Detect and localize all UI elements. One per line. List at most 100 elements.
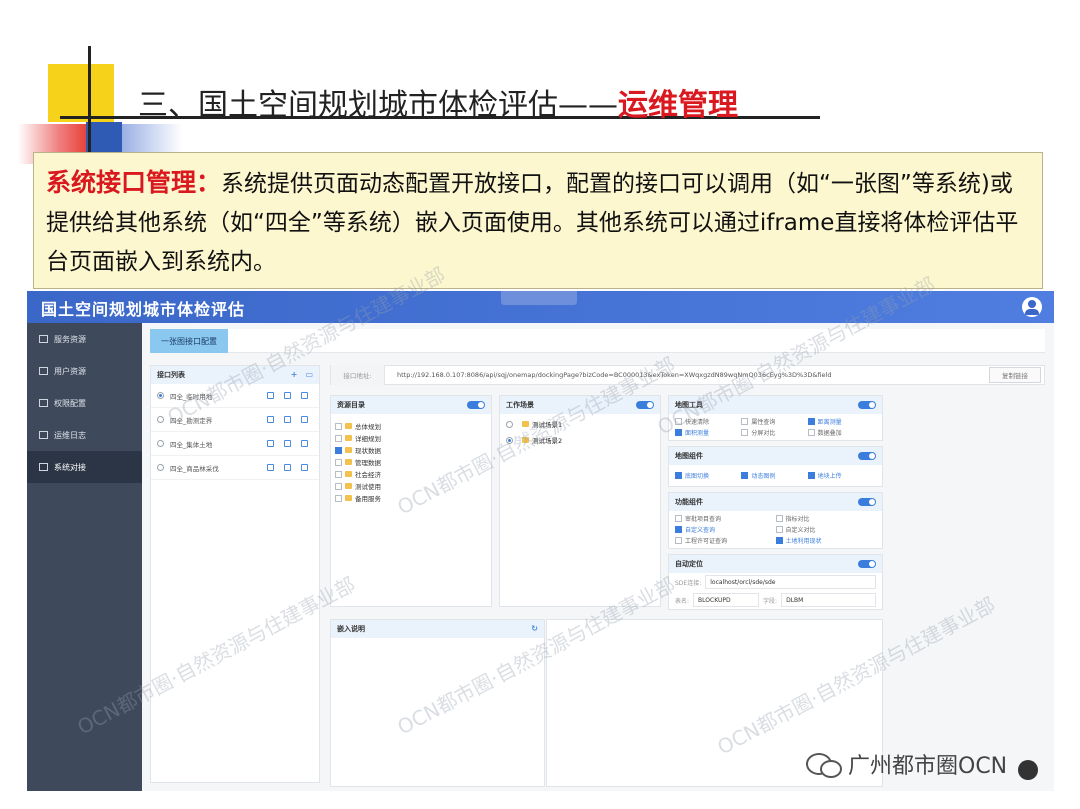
edit-icon[interactable] [267,416,274,423]
delete-icon[interactable]: ▭ [305,370,313,379]
copy-icon[interactable] [284,440,291,447]
option[interactable]: 自定义对比 [775,525,877,534]
auto-locate-toggle[interactable] [858,560,876,568]
save-icon[interactable] [301,416,308,423]
sidebar-item-service[interactable]: 服务资源 [27,323,142,355]
checkbox-checked[interactable] [807,418,815,425]
radio-selected[interactable] [506,436,513,444]
option[interactable]: 审批项目查询 [675,514,776,523]
map-widgets-header: 地图组件 [669,447,882,465]
option[interactable]: 自定义查询 [675,525,776,534]
option[interactable]: 指标对比 [775,514,877,523]
radio[interactable] [157,464,164,471]
table-name-field[interactable]: BLOCKUPD [693,593,760,607]
checkbox[interactable] [775,526,783,533]
tree-item[interactable]: 测试使用 [335,480,487,492]
tab-onemap-config[interactable]: 一张图接口配置 [150,329,228,353]
save-icon[interactable] [301,392,308,399]
save-icon[interactable] [301,464,308,471]
checkbox-checked[interactable] [775,537,783,544]
tree-item[interactable]: 社会经济 [335,468,487,480]
option[interactable]: 属性查询 [741,417,807,426]
option[interactable]: 工程许可证查询 [675,536,776,545]
tree-item[interactable]: 总体规划 [335,420,487,432]
option[interactable]: 底图切换 [675,471,741,480]
add-icon[interactable]: + [291,370,298,379]
interface-list-title: 接口列表 [157,371,185,379]
tree-item[interactable]: 备用服务 [335,492,487,504]
scene-toggle[interactable] [636,401,654,409]
sde-field[interactable]: localhost/orcl/sde/sde [705,575,876,589]
copy-icon[interactable] [284,464,291,471]
list-item[interactable]: 四全_集体土地 [151,432,319,456]
option[interactable]: 距离测量 [807,417,874,426]
checkbox-checked[interactable] [675,526,682,533]
checkbox[interactable] [741,418,749,425]
edit-icon[interactable] [267,440,274,447]
option[interactable]: 动态图例 [741,471,807,480]
copy-icon[interactable] [284,416,291,423]
copy-link-button[interactable]: 复制链接 [989,367,1041,383]
sidebar-item-permissions[interactable]: 权限配置 [27,387,142,419]
field-name-field[interactable]: DLBM [781,593,876,607]
scene-item-label: 测试场景2 [532,437,563,445]
func-widgets-toggle[interactable] [858,498,876,506]
option-label: 面积测量 [685,430,710,437]
checkbox[interactable] [675,537,682,544]
radio[interactable] [157,440,164,447]
checkbox[interactable] [335,458,342,466]
option[interactable]: 快速清除 [675,417,741,426]
map-widgets-toggle[interactable] [858,452,876,460]
option[interactable]: 面积测量 [675,428,741,437]
scroll-top-button[interactable] [1018,760,1038,780]
list-item[interactable]: 四全_勘测定界 [151,408,319,432]
map-tools-toggle[interactable] [858,401,876,409]
tree-item[interactable]: 管理数据 [335,456,487,468]
refresh-icon[interactable]: ↻ [531,624,538,633]
save-icon[interactable] [301,440,308,447]
checkbox[interactable] [335,470,342,478]
checkbox[interactable] [775,515,783,522]
checkbox[interactable] [675,515,682,522]
tree-item[interactable]: 现状数据 [335,444,487,456]
resource-toggle[interactable] [467,401,485,409]
option[interactable]: 地块上传 [807,471,874,480]
checkbox-checked[interactable] [741,472,749,479]
checkbox[interactable] [741,429,749,436]
option[interactable]: 分屏对比 [741,428,807,437]
checkbox[interactable] [335,434,342,442]
address-url[interactable]: http://192.168.0.107:8086/api/sqj/onemap… [385,371,989,379]
checkbox[interactable] [335,494,342,502]
option[interactable]: 土地利用现状 [775,536,877,545]
sidebar-item-logs[interactable]: 运维日志 [27,419,142,451]
checkbox-checked[interactable] [675,429,682,436]
tree-item[interactable]: 详细规划 [335,432,487,444]
scene-item[interactable]: 测试场景1 [500,418,660,430]
list-item[interactable]: 四全_临时用地 [151,384,319,408]
sidebar-item-integration[interactable]: 系统对接 [27,451,142,483]
log-icon [39,431,48,439]
option-label: 动态图例 [751,473,776,480]
scene-item[interactable]: 测试场景2 [500,434,660,446]
list-item[interactable]: 四全_商品林采伐 [151,456,319,480]
checkbox-checked[interactable] [807,472,815,479]
map-widgets-group: 地图组件 底图切换 动态图例 地块上传 [668,446,883,487]
edit-icon[interactable] [267,392,274,399]
checkbox[interactable] [675,418,682,425]
option[interactable]: 数据叠加 [807,428,874,437]
row-actions [267,440,308,447]
user-avatar-icon[interactable] [1022,297,1042,317]
checkbox-checked[interactable] [675,472,682,479]
radio[interactable] [506,420,513,428]
checkbox-checked[interactable] [335,446,342,454]
edit-icon[interactable] [267,464,274,471]
copy-icon[interactable] [284,392,291,399]
checkbox[interactable] [807,429,815,436]
checkbox[interactable] [335,482,342,490]
sidebar-item-users[interactable]: 用户资源 [27,355,142,387]
scene-item-label: 测试场景1 [532,421,563,429]
radio[interactable] [157,416,164,423]
checkbox[interactable] [335,422,342,430]
list-item-label: 四全_临时用地 [170,392,213,401]
radio-selected[interactable] [157,392,164,399]
